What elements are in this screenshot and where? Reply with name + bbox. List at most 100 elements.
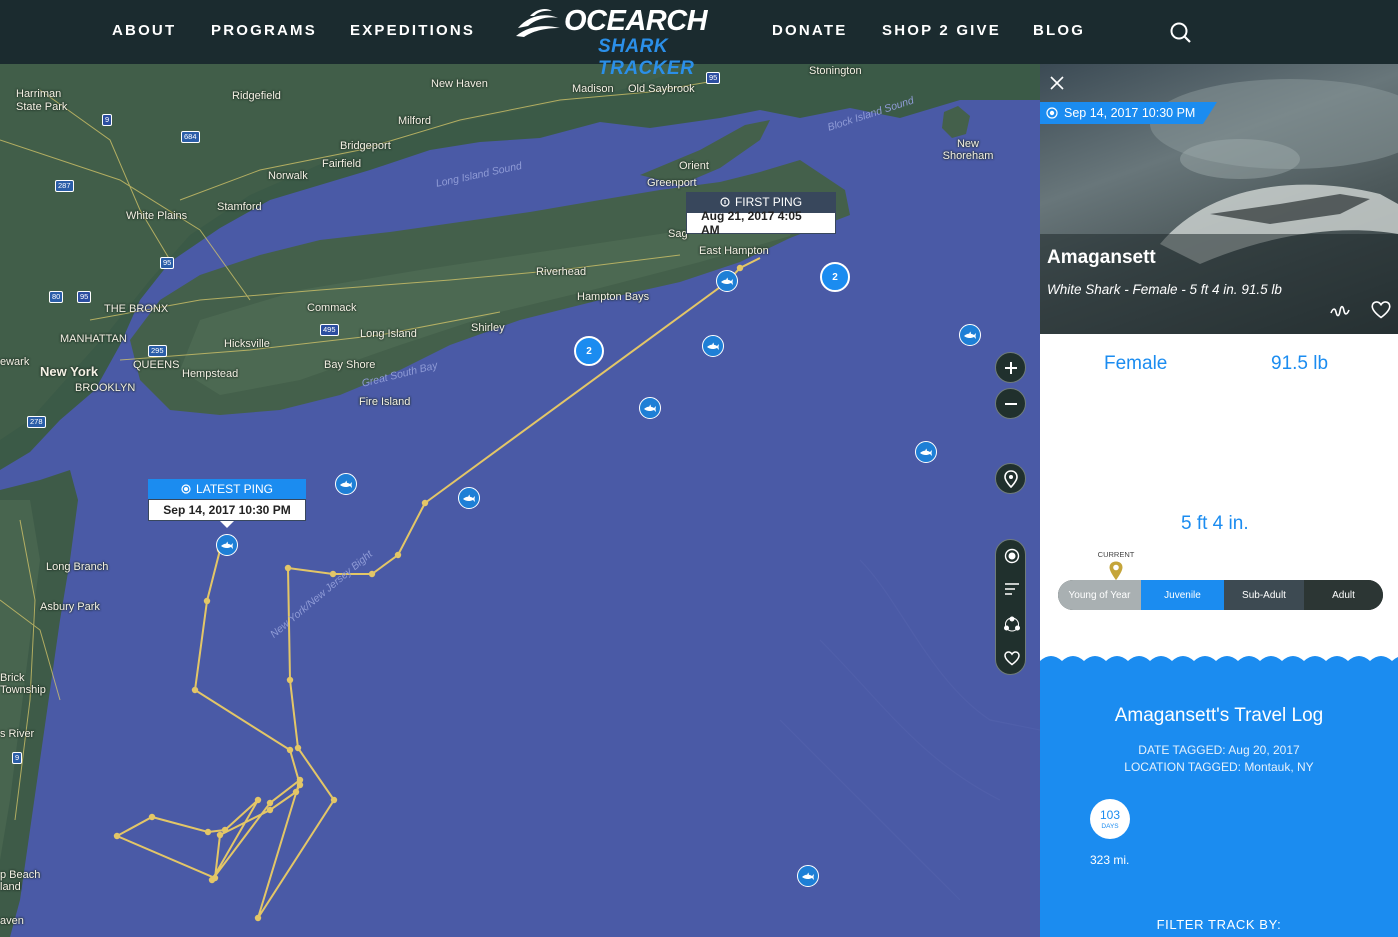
highway-shield: 95: [77, 291, 92, 303]
track-ping-dot[interactable]: [292, 788, 300, 796]
first-ping-date: Aug 21, 2017 4:05 AM: [686, 209, 836, 237]
shark-ping-marker[interactable]: [216, 534, 238, 556]
date-tagged: DATE TAGGED: Aug 20, 2017: [1138, 743, 1300, 757]
stage-adult[interactable]: Adult: [1304, 580, 1383, 610]
track-ping-dot[interactable]: [294, 744, 302, 752]
zoom-in-button[interactable]: [995, 352, 1026, 383]
filter-species-button[interactable]: [996, 608, 1027, 639]
place-label: Old Saybrook: [628, 83, 695, 95]
heart-icon: [1003, 651, 1020, 666]
track-ping-dot[interactable]: [266, 806, 274, 814]
track-line: [114, 257, 761, 919]
list-icon: [1004, 582, 1019, 595]
stage-juvenile[interactable]: Juvenile: [1141, 580, 1224, 610]
gender-value: Female: [1104, 353, 1168, 374]
track-activity-button[interactable]: [1329, 300, 1351, 322]
current-label: CURRENT: [1097, 550, 1135, 559]
place-label: aven: [0, 915, 24, 927]
track-ping-dot[interactable]: [330, 796, 338, 804]
track-ping-dot[interactable]: [148, 813, 156, 821]
place-label: East Hampton: [699, 245, 769, 257]
shark-ping-marker[interactable]: [716, 270, 738, 292]
track-ping-dot[interactable]: [113, 832, 121, 840]
nav-about[interactable]: ABOUT: [112, 22, 176, 39]
highway-shield: 95: [160, 257, 175, 269]
pulse-icon: [1046, 107, 1058, 119]
track-ping-dot[interactable]: [266, 799, 274, 807]
shark-track: [113, 257, 761, 922]
stage-sub-adult[interactable]: Sub-Adult: [1224, 580, 1304, 610]
track-toggle-button[interactable]: [996, 540, 1027, 571]
place-label: BROOKLYN: [75, 382, 136, 394]
track-ping-dot[interactable]: [254, 796, 262, 804]
locate-button[interactable]: [995, 463, 1026, 494]
track-ping-dot[interactable]: [211, 874, 219, 882]
search-button[interactable]: [1168, 20, 1194, 46]
ping-cluster[interactable]: 2: [574, 336, 604, 366]
highway-shield: 80: [49, 291, 64, 303]
track-ping-dot[interactable]: [421, 499, 429, 507]
latest-ping-badge-text: Sep 14, 2017 10:30 PM: [1064, 106, 1196, 120]
track-ping-dot[interactable]: [286, 676, 294, 684]
track-ping-dot[interactable]: [254, 914, 262, 922]
place-label: Bay Shore: [324, 359, 376, 371]
location-tagged: LOCATION TAGGED: Montauk, NY: [1124, 760, 1314, 774]
shark-ping-marker[interactable]: [797, 865, 819, 887]
track-ping-dot[interactable]: [296, 781, 304, 789]
close-panel-button[interactable]: [1046, 72, 1068, 94]
latest-ping-pointer: [220, 521, 234, 528]
list-button[interactable]: [996, 573, 1027, 604]
track-ping-dot[interactable]: [284, 564, 292, 572]
shark-description: White Shark - Female - 5 ft 4 in. 91.5 l…: [1047, 282, 1282, 297]
map-canvas[interactable]: Harriman State Park Ridgefield New Haven Ma…: [0, 0, 1040, 937]
days-tracked-badge: 103 DAYS: [1090, 799, 1130, 839]
shark-ping-marker[interactable]: [335, 473, 357, 495]
shark-icon: [802, 872, 814, 880]
nav-blog[interactable]: BLOG: [1033, 22, 1085, 39]
nav-shop-2-give[interactable]: SHOP 2 GIVE: [882, 22, 1001, 39]
place-label: Hempstead: [182, 368, 239, 380]
latest-ping-label: LATEST PING Sep 14, 2017 10:30 PM: [148, 479, 306, 528]
nav-donate[interactable]: DONATE: [772, 22, 847, 39]
nodes-icon: [1003, 616, 1020, 631]
track-ping-dot[interactable]: [286, 746, 294, 754]
shark-icon: [721, 277, 733, 285]
plus-icon: [1004, 361, 1017, 374]
track-ping-dot[interactable]: [216, 831, 224, 839]
travel-log-title: Amagansett's Travel Log: [1114, 705, 1324, 726]
track-ping-dot[interactable]: [221, 826, 229, 834]
place-label: s River: [0, 728, 35, 740]
highway-shield: 287: [55, 180, 74, 192]
place-label: Fairfield: [322, 158, 362, 170]
track-ping-dot[interactable]: [204, 828, 212, 836]
track-ping-dot[interactable]: [203, 597, 211, 605]
place-label: QUEENS: [133, 359, 180, 371]
shark-ping-marker[interactable]: [702, 335, 724, 357]
place-label: White Plains: [126, 210, 188, 222]
weight-value: 91.5 lb: [1271, 353, 1329, 374]
location-pin-icon: [1108, 560, 1124, 582]
place-label: Bridgeport: [340, 140, 391, 152]
days-count: 103: [1099, 808, 1121, 822]
place-label: Harriman State Park: [16, 88, 68, 113]
shark-ping-marker[interactable]: [915, 441, 937, 463]
logo-wordmark: OCEARCH: [564, 5, 708, 37]
follow-shark-button[interactable]: [1371, 300, 1393, 322]
ping-cluster[interactable]: 2: [820, 262, 850, 292]
place-label: p Beach: [0, 869, 41, 881]
ocearch-logo[interactable]: OCEARCH SHARK TRACKER: [514, 4, 726, 79]
track-ping-dot[interactable]: [394, 551, 402, 559]
shark-photo: Sep 14, 2017 10:30 PM Amagansett White S…: [1040, 64, 1398, 334]
track-ping-dot[interactable]: [736, 264, 744, 272]
favorites-button[interactable]: [996, 643, 1027, 674]
track-ping-dot[interactable]: [191, 686, 199, 694]
shark-ping-marker[interactable]: [959, 324, 981, 346]
shark-stats: Female 91.5 lb 5 ft 4 in. CURRENT Young …: [1040, 334, 1398, 684]
shark-ping-marker[interactable]: [458, 487, 480, 509]
nav-expeditions[interactable]: EXPEDITIONS: [350, 22, 475, 39]
track-ping-dot[interactable]: [368, 570, 376, 578]
stage-young-of-year[interactable]: Young of Year: [1058, 580, 1141, 610]
zoom-out-button[interactable]: [995, 388, 1026, 419]
shark-ping-marker[interactable]: [639, 397, 661, 419]
nav-programs[interactable]: PROGRAMS: [211, 22, 317, 39]
